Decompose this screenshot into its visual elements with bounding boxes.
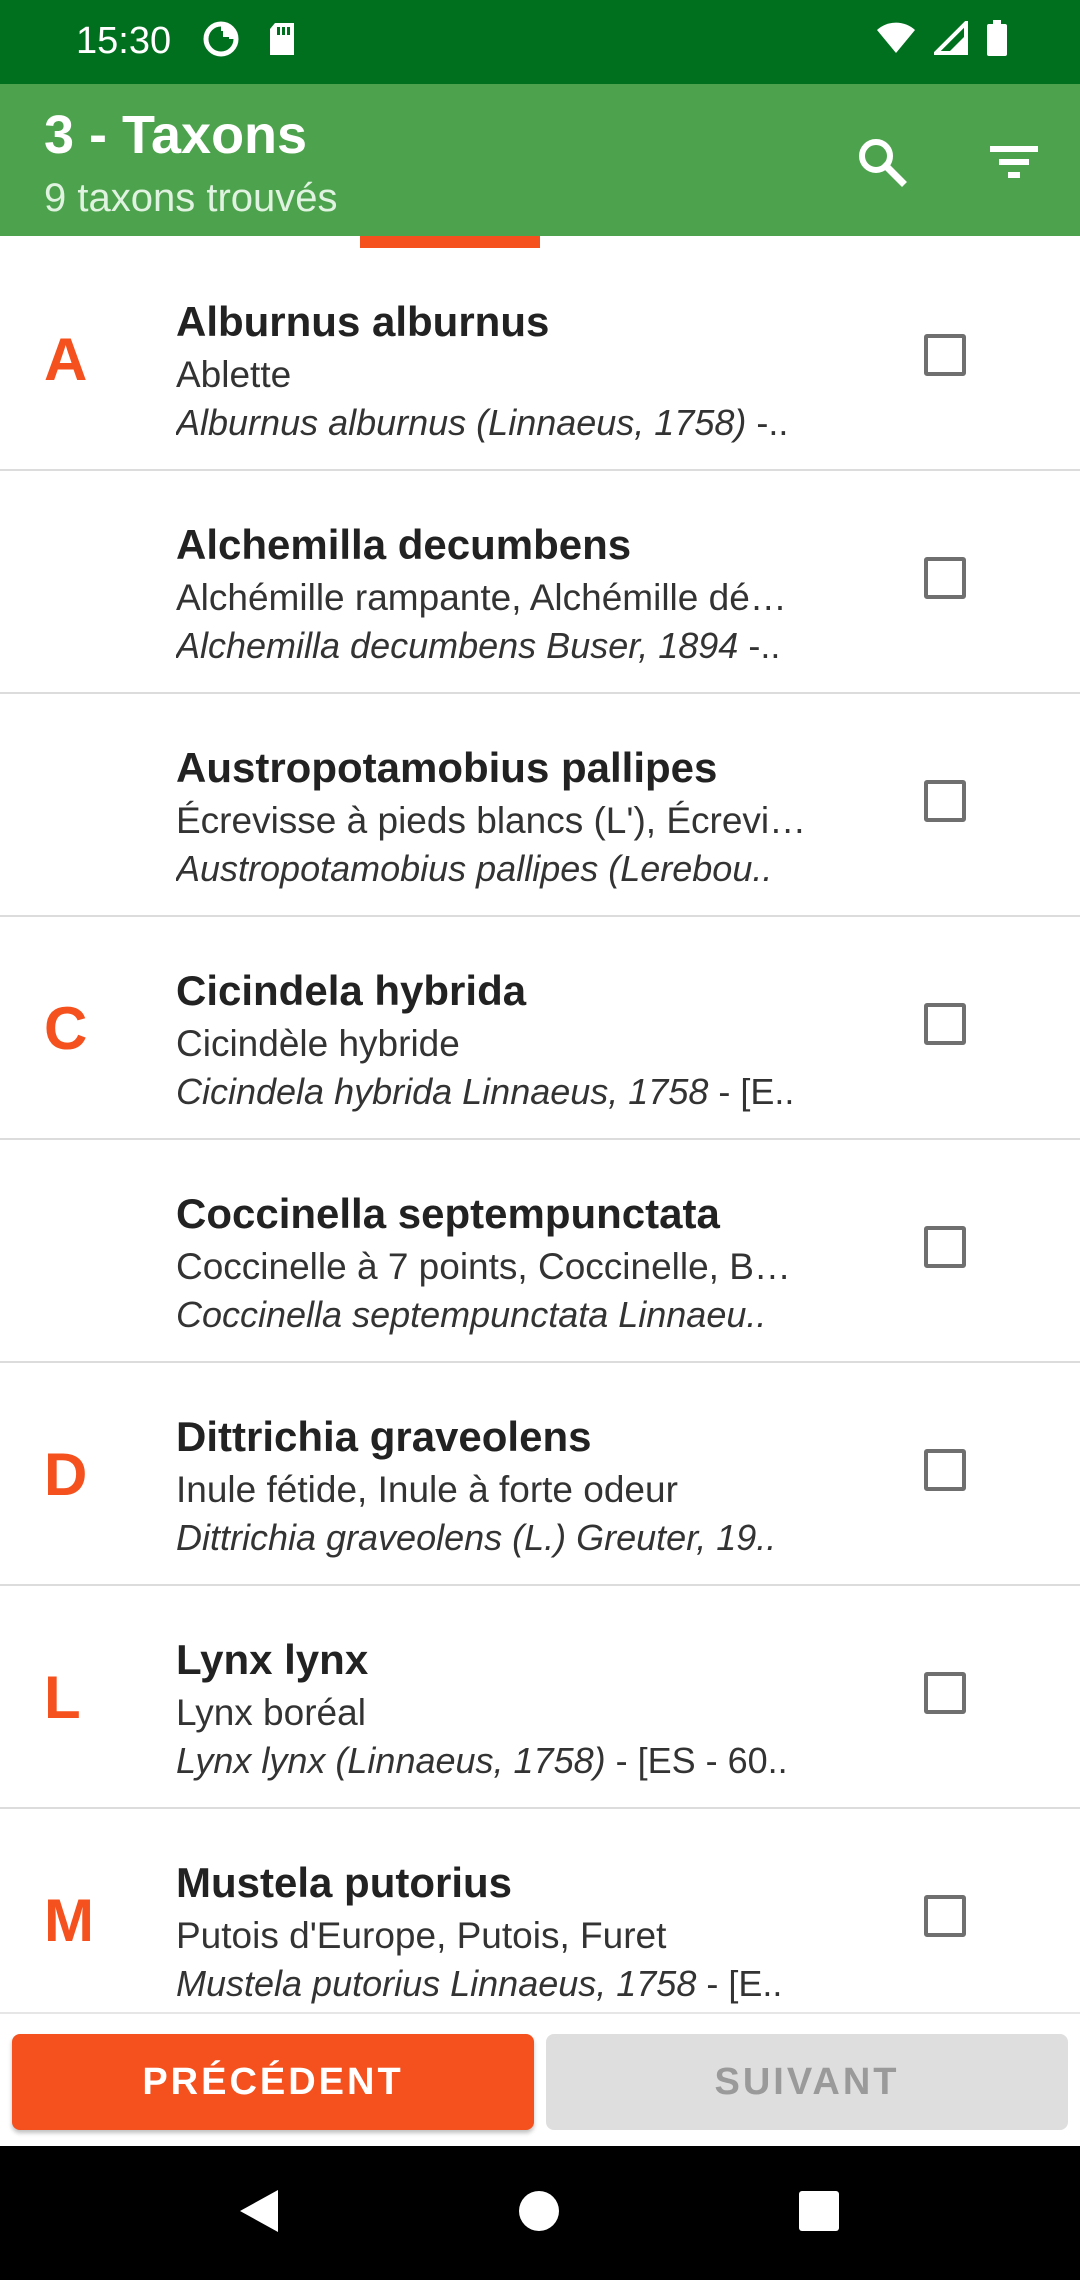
list-item[interactable]: C Cicindela hybrida Cicindèle hybride Ci…	[0, 917, 1080, 1140]
taxon-checkbox[interactable]	[924, 1003, 966, 1045]
battery-icon	[986, 20, 1008, 61]
taxon-checkbox[interactable]	[924, 1895, 966, 1937]
taxon-scientific: Dittrichia graveolens (L.) Greuter, 19..	[176, 1517, 816, 1559]
page-title: 3 - Taxons	[44, 105, 308, 165]
taxon-common-name: Écrevisse à pieds blancs (L'), Écrevi…	[176, 800, 807, 841]
taxon-authority: Cicindela hybrida Linnaeus, 1758	[176, 1071, 709, 1112]
back-button[interactable]	[222, 2176, 296, 2250]
taxon-authority: Alchemilla decumbens Buser, 1894	[176, 625, 739, 666]
home-icon	[517, 2189, 561, 2238]
taxon-checkbox[interactable]	[924, 1449, 966, 1491]
filter-icon	[986, 134, 1042, 195]
results-count: 9 taxons trouvés	[44, 176, 338, 220]
taxon-checkbox[interactable]	[924, 780, 966, 822]
taxon-name: Alchemilla decumbens	[176, 521, 632, 568]
taxon-name: Dittrichia graveolens	[176, 1413, 592, 1460]
taxon-checkbox[interactable]	[924, 557, 966, 599]
search-icon	[854, 134, 910, 195]
taxon-common-name: Putois d'Europe, Putois, Furet	[176, 1915, 667, 1956]
list-item-text: Cicindela hybrida Cicindèle hybride Cici…	[176, 967, 816, 1113]
status-left-icons	[202, 20, 298, 63]
taxon-scientific: Austropotamobius pallipes (Lerebou..	[176, 848, 816, 890]
list-item[interactable]: D Dittrichia graveolens Inule fétide, In…	[0, 1363, 1080, 1586]
taxon-common-name: Lynx boréal	[176, 1692, 366, 1733]
taxon-checkbox[interactable]	[924, 334, 966, 376]
list-item-text: Mustela putorius Putois d'Europe, Putois…	[176, 1859, 816, 2005]
pagination-footer: PRÉCÉDENT SUIVANT	[0, 2012, 1080, 2148]
taxon-checkbox[interactable]	[924, 1672, 966, 1714]
back-icon	[236, 2186, 282, 2241]
home-button[interactable]	[502, 2176, 576, 2250]
section-letter: C	[44, 995, 88, 1062]
list-item-text: Alchemilla decumbens Alchémille rampante…	[176, 521, 816, 667]
taxon-scientific: Alburnus alburnus (Linnaeus, 1758) -..	[176, 402, 816, 444]
taxon-info: -..	[738, 625, 781, 666]
taxon-scientific: Coccinella septempunctata Linnaeu..	[176, 1294, 816, 1336]
list-item[interactable]: A Alburnus alburnus Ablette Alburnus alb…	[0, 248, 1080, 471]
taxon-name: Austropotamobius pallipes	[176, 744, 718, 791]
taxon-scientific: Alchemilla decumbens Buser, 1894 -..	[176, 625, 816, 667]
taxon-common-name: Cicindèle hybride	[176, 1023, 460, 1064]
list-item-text: Coccinella septempunctata Coccinelle à 7…	[176, 1190, 816, 1336]
taxon-authority: Coccinella septempunctata Linnaeu..	[176, 1294, 767, 1335]
taxon-scientific: Cicindela hybrida Linnaeus, 1758 - [E..	[176, 1071, 816, 1113]
taxon-info: - [E..	[708, 1071, 795, 1112]
taxon-authority: Lynx lynx (Linnaeus, 1758)	[176, 1740, 606, 1781]
list-item-text: Dittrichia graveolens Inule fétide, Inul…	[176, 1413, 816, 1559]
taxon-info: - [ES - 60..	[605, 1740, 788, 1781]
taxon-common-name: Alchémille rampante, Alchémille dé…	[176, 577, 787, 618]
list-item-text: Austropotamobius pallipes Écrevisse à pi…	[176, 744, 816, 890]
status-right-icons	[876, 18, 1008, 61]
taxon-name: Lynx lynx	[176, 1636, 369, 1683]
section-letter: M	[44, 1887, 94, 1954]
system-nav-bar	[0, 2146, 1080, 2280]
app-bar: 3 - Taxons 9 taxons trouvés	[0, 84, 1080, 236]
taxon-common-name: Inule fétide, Inule à forte odeur	[176, 1469, 678, 1510]
taxon-name: Mustela putorius	[176, 1859, 513, 1906]
taxon-info: - [E..	[696, 1963, 783, 2004]
taxon-name: Alburnus alburnus	[176, 298, 550, 345]
taxon-checkbox[interactable]	[924, 1226, 966, 1268]
signal-icon	[931, 18, 968, 60]
taxon-info: -..	[746, 402, 789, 443]
section-letter: L	[44, 1664, 81, 1731]
list-item[interactable]: Alchemilla decumbens Alchémille rampante…	[0, 471, 1080, 694]
taxon-scientific: Lynx lynx (Linnaeus, 1758) - [ES - 60..	[176, 1740, 816, 1782]
taxon-name: Coccinella septempunctata	[176, 1190, 720, 1237]
section-letter: D	[44, 1441, 88, 1508]
recents-button[interactable]	[782, 2176, 856, 2250]
taxon-authority: Mustela putorius Linnaeus, 1758	[176, 1963, 697, 2004]
sd-card-icon	[266, 21, 298, 62]
list-item-text: Lynx lynx Lynx boréal Lynx lynx (Linnaeu…	[176, 1636, 816, 1782]
list-item[interactable]: Coccinella septempunctata Coccinelle à 7…	[0, 1140, 1080, 1363]
filter-button[interactable]	[972, 122, 1056, 206]
tab-indicator	[360, 236, 540, 248]
taxa-list[interactable]: A Alburnus alburnus Ablette Alburnus alb…	[0, 248, 1080, 2012]
list-item[interactable]: L Lynx lynx Lynx boréal Lynx lynx (Linna…	[0, 1586, 1080, 1809]
recents-icon	[798, 2190, 840, 2237]
taxon-authority: Austropotamobius pallipes (Lerebou..	[176, 848, 773, 889]
search-button[interactable]	[840, 122, 924, 206]
taxon-authority: Dittrichia graveolens (L.) Greuter, 19..	[176, 1517, 777, 1558]
next-button[interactable]: SUIVANT	[546, 2034, 1068, 2130]
list-item-text: Alburnus alburnus Ablette Alburnus albur…	[176, 298, 816, 444]
taxon-name: Cicindela hybrida	[176, 967, 527, 1014]
taxon-authority: Alburnus alburnus (Linnaeus, 1758)	[176, 402, 747, 443]
previous-button[interactable]: PRÉCÉDENT	[12, 2034, 534, 2130]
taxon-common-name: Ablette	[176, 354, 292, 395]
taxon-common-name: Coccinelle à 7 points, Coccinelle, B…	[176, 1246, 791, 1287]
section-letter: A	[44, 326, 88, 393]
status-time: 15:30	[76, 20, 172, 62]
list-item[interactable]: M Mustela putorius Putois d'Europe, Puto…	[0, 1809, 1080, 2012]
data-saver-icon	[202, 20, 240, 63]
list-item[interactable]: Austropotamobius pallipes Écrevisse à pi…	[0, 694, 1080, 917]
status-bar: 15:30	[0, 0, 1080, 84]
taxon-scientific: Mustela putorius Linnaeus, 1758 - [E..	[176, 1963, 816, 2005]
wifi-icon	[876, 21, 916, 60]
